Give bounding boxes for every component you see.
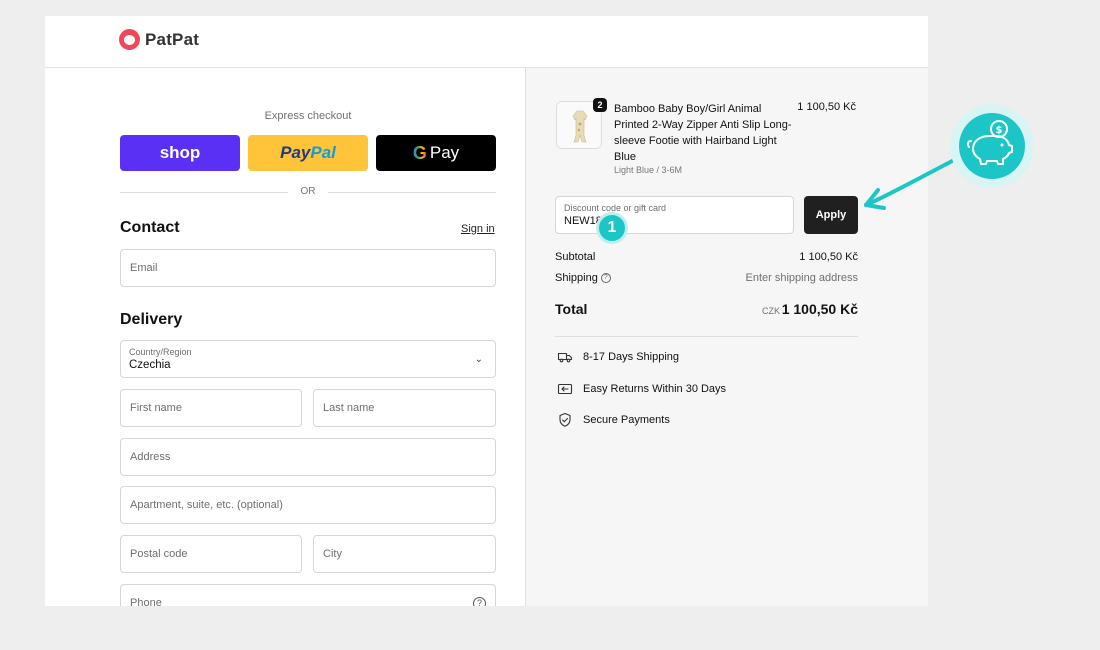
last-name-field[interactable]: Last name	[313, 389, 496, 427]
delivery-title: Delivery	[120, 311, 183, 328]
postal-code-placeholder: Postal code	[130, 548, 188, 560]
apply-button[interactable]: Apply	[804, 196, 858, 234]
feature-label: 8-17 Days Shipping	[583, 351, 680, 363]
feature-secure: Secure Payments	[557, 412, 670, 428]
piggy-bank-icon: $	[966, 120, 1013, 165]
discount-code-field[interactable]: Discount code or gift card NEW18	[555, 196, 794, 234]
contact-title: Contact	[120, 219, 180, 236]
first-name-field[interactable]: First name	[120, 389, 302, 427]
shipping-label: Shipping	[555, 272, 598, 284]
total-row: Total CZK 1 100,50 Kč	[555, 301, 858, 321]
feature-shipping: 8-17 Days Shipping	[557, 349, 679, 365]
paypal-pay-text: Pay	[280, 143, 311, 162]
product-title: Bamboo Baby Boy/Girl Animal Printed 2-Wa…	[614, 103, 792, 163]
email-field[interactable]: Email	[120, 249, 496, 287]
chevron-down-icon: ⌄	[474, 354, 483, 365]
return-icon	[557, 383, 573, 395]
google-g-icon: G	[412, 142, 427, 163]
brand-name: PatPat	[145, 29, 200, 49]
city-placeholder: City	[323, 548, 342, 560]
feature-label: Secure Payments	[583, 414, 670, 426]
feature-label: Easy Returns Within 30 Days	[583, 383, 727, 395]
total-currency: CZK	[762, 306, 780, 316]
sign-in-link[interactable]: Sign in	[461, 223, 495, 235]
divider-line	[328, 192, 496, 193]
quantity-badge: 2	[593, 98, 607, 112]
brand-logo[interactable]: PatPat	[119, 29, 199, 50]
postal-code-field[interactable]: Postal code	[120, 535, 302, 573]
order-summary: 2 Bamboo Baby Boy/Girl Animal Printed 2-…	[525, 68, 928, 606]
country-select[interactable]: Country/Region Czechia ⌄	[120, 340, 496, 378]
phone-field[interactable]: Phone ?	[120, 584, 496, 606]
google-pay-label: Pay	[429, 143, 460, 162]
product-variant: Light Blue / 3-6M	[614, 165, 683, 175]
checkout-page: PatPat Express checkout shop Pay Pal G Pa…	[45, 16, 928, 606]
last-name-placeholder: Last name	[323, 402, 375, 414]
truck-icon	[557, 352, 573, 363]
info-icon[interactable]: ?	[600, 273, 611, 284]
phone-placeholder: Phone	[130, 597, 162, 606]
checkout-form: Express checkout shop Pay Pal G Pay OR Co…	[45, 68, 525, 606]
shop-pay-label: shop	[159, 143, 201, 162]
total-label: Total	[555, 301, 588, 317]
total-value: 1 100,50 Kč	[781, 301, 858, 317]
shop-pay-button[interactable]: shop	[120, 135, 240, 171]
country-label: Country/Region	[129, 347, 192, 357]
paypal-button[interactable]: Pay Pal	[248, 135, 368, 171]
address-field[interactable]: Address	[120, 438, 496, 476]
shield-check-icon	[559, 412, 571, 427]
country-value: Czechia	[129, 359, 171, 371]
address-placeholder: Address	[130, 451, 171, 463]
paypal-pal-text: Pal	[310, 143, 336, 162]
savings-badge: $	[950, 104, 1034, 188]
step-number-badge: 1	[596, 212, 628, 244]
subtotal-label: Subtotal	[555, 251, 596, 263]
piggy-bank-circle: $	[959, 113, 1025, 179]
feature-returns: Easy Returns Within 30 Days	[557, 381, 726, 397]
shipping-label-wrap: Shipping?	[555, 272, 611, 284]
apartment-placeholder: Apartment, suite, etc. (optional)	[130, 499, 283, 511]
apartment-field[interactable]: Apartment, suite, etc. (optional)	[120, 486, 496, 524]
email-placeholder: Email	[130, 262, 158, 274]
subtotal-value: 1 100,50 Kč	[799, 251, 858, 263]
city-field[interactable]: City	[313, 535, 496, 573]
summary-divider	[555, 336, 858, 337]
patpat-logo-icon	[119, 29, 140, 50]
product-price: 1 100,50 Kč	[797, 101, 856, 113]
header: PatPat	[45, 16, 928, 68]
first-name-placeholder: First name	[130, 402, 182, 414]
help-icon[interactable]: ?	[473, 597, 486, 606]
or-divider: OR	[120, 185, 496, 199]
shipping-value: Enter shipping address	[745, 272, 858, 284]
svg-text:$: $	[996, 125, 1003, 136]
express-checkout-title: Express checkout	[264, 110, 352, 122]
google-pay-button[interactable]: G Pay	[376, 135, 496, 171]
